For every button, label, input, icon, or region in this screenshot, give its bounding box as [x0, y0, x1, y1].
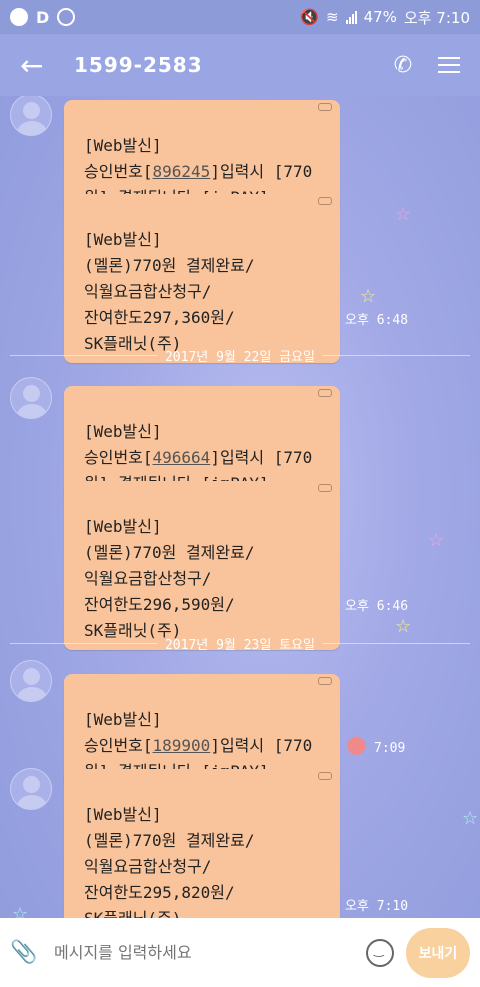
message-bubble[interactable]: [Web발신] (멜론)770원 결제완료/ 익월요금합산청구/ 잔여한도296… [64, 481, 340, 650]
avatar[interactable] [10, 377, 52, 419]
call-icon[interactable]: ✆ [386, 53, 420, 78]
more-dots-icon [318, 772, 332, 780]
more-dots-icon [318, 103, 332, 111]
battery-percent: 47% [363, 8, 397, 26]
app-circle-icon [57, 8, 76, 26]
attach-paperclip-icon[interactable]: 📎 [10, 940, 46, 965]
approval-code[interactable]: 496664 [153, 448, 211, 467]
star-decoration-icon: ☆ [360, 286, 377, 307]
approval-code[interactable]: 896245 [153, 162, 211, 181]
wifi-icon: ≋ [326, 8, 339, 26]
chat-area[interactable]: ☆ ☆ ☆ ☆ ☆ ☆ ● [Web발신] 승인번호[896245]입력시 [7… [0, 96, 480, 918]
back-arrow-icon[interactable]: ← [20, 49, 60, 82]
signal-icon [345, 10, 357, 24]
message-time: 오후 6:46 [345, 599, 409, 614]
planet-decoration-icon: ● [346, 730, 367, 758]
status-app-letter: D [36, 7, 50, 27]
message-input[interactable] [52, 942, 354, 963]
message-bubble[interactable]: [Web발신] (멜론)770원 결제완료/ 익월요금합산청구/ 잔여한도297… [64, 194, 340, 363]
avatar[interactable] [10, 660, 52, 702]
mute-icon: 🔇 [300, 8, 320, 26]
notification-icon [10, 8, 28, 26]
chat-title: 1599-2583 [74, 53, 203, 77]
star-decoration-icon: ☆ [395, 204, 412, 225]
more-dots-icon [318, 677, 332, 685]
message-bubble[interactable]: [Web발신] (멜론)770원 결제완료/ 익월요금합산청구/ 잔여한도295… [64, 769, 340, 918]
chat-header: ← 1599-2583 ✆ [0, 34, 480, 96]
status-bar: D 🔇 ≋ 47% 오후 7:10 [0, 0, 480, 34]
avatar[interactable] [10, 96, 52, 136]
star-decoration-icon: ☆ [12, 904, 29, 918]
status-right-icons: 🔇 ≋ 47% 오후 7:10 [300, 7, 470, 28]
status-left-icons: D [10, 7, 76, 27]
send-button[interactable]: 보내기 [406, 927, 470, 978]
avatar[interactable] [10, 768, 52, 810]
star-decoration-icon: ☆ [462, 808, 479, 829]
date-divider: 2017년 9월 22일 금요일 [10, 345, 470, 365]
star-decoration-icon: ☆ [428, 530, 445, 551]
message-time: 오후 6:48 [345, 313, 409, 328]
message-time: 7:09 [374, 741, 406, 756]
input-bar: 📎 보내기 [0, 918, 480, 987]
more-dots-icon [318, 389, 332, 397]
emoji-icon[interactable] [366, 938, 394, 967]
status-time: 오후 7:10 [403, 8, 470, 27]
more-dots-icon [318, 197, 332, 205]
more-dots-icon [318, 484, 332, 492]
date-divider: 2017년 9월 23일 토요일 [10, 633, 470, 653]
menu-icon[interactable] [438, 57, 460, 73]
message-time: 오후 7:10 [345, 899, 409, 914]
approval-code[interactable]: 189900 [153, 736, 211, 755]
